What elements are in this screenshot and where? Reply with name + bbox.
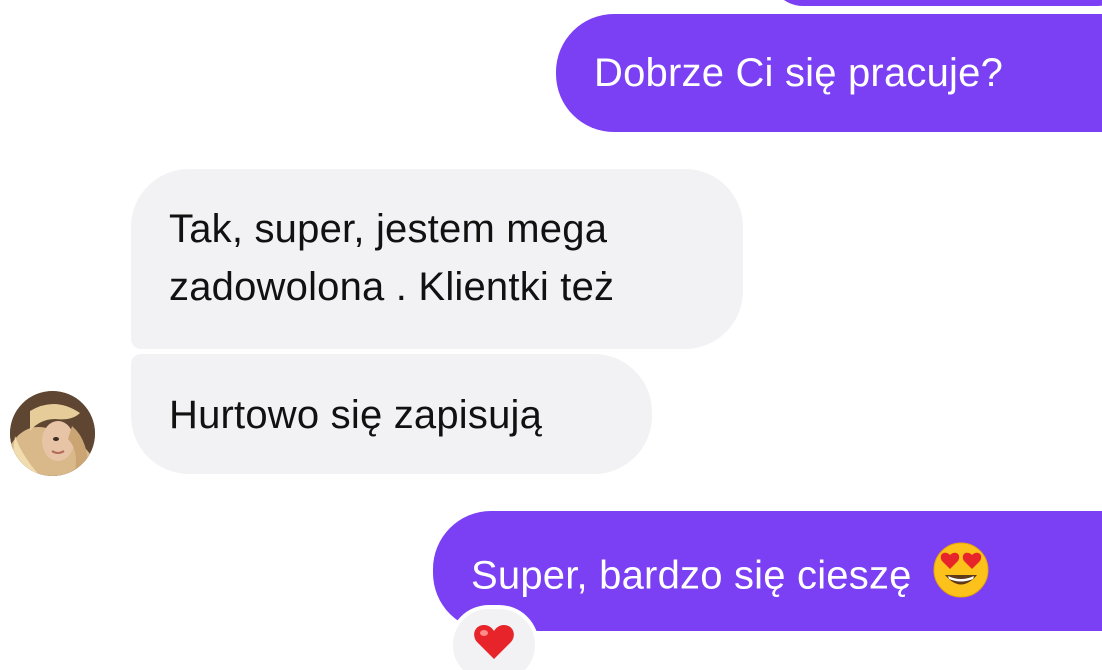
- incoming-message-bubble[interactable]: Hurtowo się zapisują: [131, 354, 652, 474]
- contact-avatar[interactable]: [10, 391, 95, 476]
- outgoing-message-bubble[interactable]: Super, bardzo się cieszę: [433, 511, 1102, 631]
- outgoing-message-bubble[interactable]: Dobrze Ci się pracuje?: [556, 14, 1102, 132]
- message-text-line: zadowolona . Klientki też: [169, 265, 615, 309]
- previous-outgoing-message-bubble[interactable]: [770, 0, 1102, 6]
- incoming-message-bubble[interactable]: Tak, super, jestem mega zadowolona . Kli…: [131, 169, 743, 349]
- message-text: Dobrze Ci się pracuje?: [594, 51, 1004, 95]
- message-text: Super, bardzo się cieszę: [471, 553, 912, 598]
- heart-icon: [474, 625, 514, 659]
- message-reaction[interactable]: [449, 605, 539, 670]
- message-text-line: Tak, super, jestem mega: [169, 207, 608, 251]
- chat-thread: Dobrze Ci się pracuje? Tak, super, jeste…: [0, 0, 1102, 670]
- heart-eyes-emoji-icon: [933, 542, 989, 614]
- message-text: Hurtowo się zapisują: [169, 393, 543, 437]
- avatar-photo: [10, 391, 95, 476]
